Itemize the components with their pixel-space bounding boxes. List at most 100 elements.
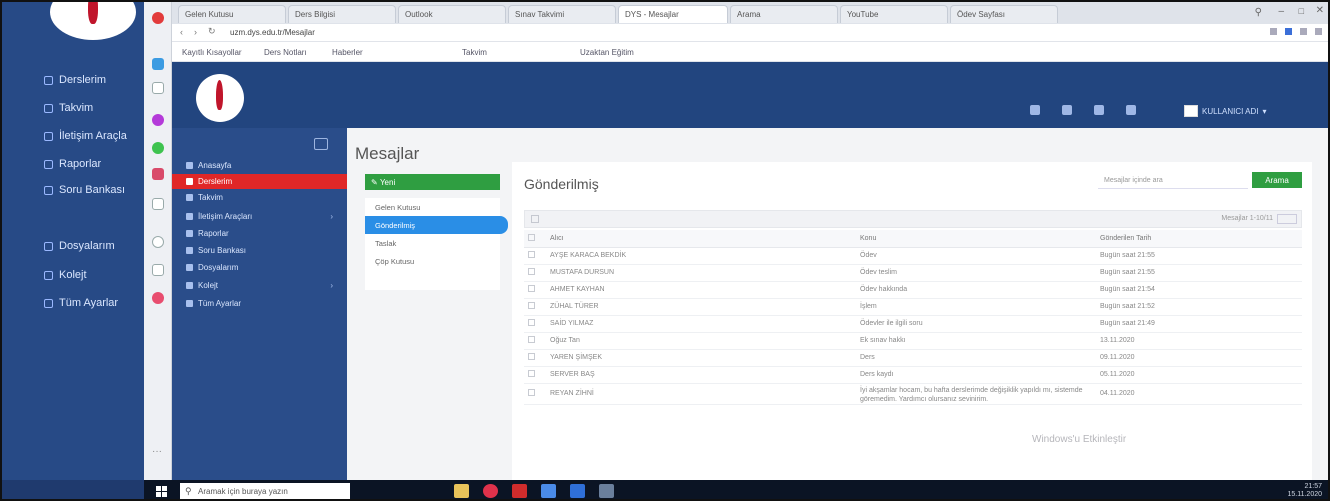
maximize-icon[interactable]: □ [1299, 6, 1304, 16]
search-icon[interactable]: ⚲ [1255, 7, 1262, 18]
browser-tab[interactable]: Sınav Takvimi [508, 5, 616, 23]
bookmark[interactable]: Uzaktan Eğitim [580, 48, 634, 57]
column-header[interactable]: Alıcı [546, 230, 856, 248]
row-checkbox[interactable] [528, 251, 535, 258]
instagram-icon[interactable] [152, 114, 164, 126]
flow-icon[interactable] [152, 168, 164, 180]
alert-icon[interactable] [1062, 105, 1072, 115]
row-checkbox[interactable] [528, 370, 535, 377]
pdf-reader-icon[interactable] [512, 484, 527, 498]
extensions-icon[interactable] [152, 264, 164, 276]
folder-sent[interactable]: Gönderilmiş [365, 216, 508, 234]
browser-tab[interactable]: Gelen Kutusu [178, 5, 286, 23]
back-icon[interactable]: ‹ [180, 27, 183, 37]
more-icon[interactable]: ··· [152, 447, 164, 460]
sidebar-item-derslerim[interactable]: Derslerim [172, 174, 347, 189]
bookmarks-icon[interactable] [152, 236, 164, 248]
search-button[interactable]: Arama [1252, 172, 1302, 188]
messenger-icon[interactable] [152, 58, 164, 70]
row-checkbox[interactable] [528, 285, 535, 292]
taskbar-search-input[interactable]: ⚲ Aramak için buraya yazın [180, 483, 350, 499]
browser-tab[interactable]: Outlook [398, 5, 506, 23]
user-menu[interactable]: KULLANICI ADI ▾ [1184, 105, 1266, 117]
home-icon[interactable] [1030, 105, 1040, 115]
checkbox[interactable] [528, 233, 535, 241]
sidebar-item-soru-bankasi[interactable]: Soru Bankası [172, 243, 347, 258]
table-row[interactable]: AHMET KAYHAN Ödev hakkında Bugün saat 21:5… [524, 281, 1302, 299]
browser-tab[interactable]: Ders Bilgisi [288, 5, 396, 23]
row-checkbox[interactable] [528, 389, 535, 396]
table-row[interactable]: YAREN ŞİMŞEK Ders 09.11.2020 [524, 349, 1302, 367]
column-header[interactable]: Gönderilen Tarih [1096, 230, 1302, 248]
outer-item-tum-ayarlar[interactable]: Tüm Ayarlar [44, 297, 118, 309]
history-icon[interactable] [152, 198, 164, 210]
opera-icon[interactable] [483, 484, 498, 498]
personal-news-icon[interactable] [152, 292, 164, 304]
bookmark[interactable]: Kayıtlı Kısayollar [182, 48, 242, 57]
pager-buttons[interactable] [1277, 214, 1297, 224]
table-row[interactable]: MUSTAFA DURSUN Ödev teslim Bugün saat 21:5… [524, 264, 1302, 282]
outer-item-takvim[interactable]: Takvim [44, 102, 93, 114]
table-row[interactable]: SAİD YILMAZ Ödevler ile ilgili soru Bugün … [524, 315, 1302, 333]
table-row[interactable]: SERVER BAŞ Ders kaydı 05.11.2020 [524, 366, 1302, 384]
browser-tab-active[interactable]: DYS - Mesajlar [618, 5, 728, 23]
chat-icon[interactable] [1126, 105, 1136, 115]
file-explorer-icon[interactable] [454, 484, 469, 498]
windows-start-icon[interactable] [156, 486, 168, 498]
outer-item-iletisim[interactable]: İletişim Araçla [44, 130, 127, 142]
table-row[interactable]: Oğuz Tan Ek sınav hakkı 13.11.2020 [524, 332, 1302, 350]
forward-icon[interactable]: › [194, 27, 197, 37]
outer-item-kolejt[interactable]: Kolejt [44, 269, 87, 281]
system-tray[interactable]: 21:57 15.11.2020 [1287, 483, 1322, 499]
message-search-input[interactable]: Mesajlar içinde ara [1098, 173, 1248, 189]
opera-icon[interactable] [152, 12, 164, 24]
sidebar-item-dosyalarim[interactable]: Dosyalarım [172, 260, 347, 275]
table-row[interactable]: AYŞE KARACA BEKDİK Ödev Bugün saat 21:55 [524, 247, 1302, 265]
download-icon[interactable] [1315, 28, 1322, 35]
row-checkbox[interactable] [528, 319, 535, 326]
folder-trash[interactable]: Çöp Kutusu [365, 252, 500, 270]
outer-item-dosyalarim[interactable]: Dosyalarım [44, 240, 115, 252]
browser-tab[interactable]: Ödev Sayfası [950, 5, 1058, 23]
table-row[interactable]: REYAN ZİHNİ İyi akşamlar hocam, bu hafta … [524, 383, 1302, 405]
url-input[interactable]: uzm.dys.edu.tr/Mesajlar [230, 28, 315, 37]
store-icon[interactable] [541, 484, 556, 498]
outer-item-derslerim[interactable]: Derslerim [44, 74, 106, 86]
outer-item-soru-bankasi[interactable]: Soru Bankası [44, 184, 125, 196]
menu-toggle-icon[interactable] [314, 138, 328, 150]
row-checkbox[interactable] [528, 336, 535, 343]
sidebar-item-kolejt[interactable]: Kolejt › [172, 278, 347, 293]
whatsapp-icon[interactable] [152, 142, 164, 154]
browser-tab[interactable]: YouTube [840, 5, 948, 23]
new-message-button[interactable]: ✎ Yeni [365, 174, 500, 190]
mail-icon[interactable] [1094, 105, 1104, 115]
column-header[interactable]: Konu [856, 230, 1096, 248]
folder-inbox[interactable]: Gelen Kutusu [365, 198, 500, 216]
app-logo[interactable] [196, 74, 244, 122]
snapshot-icon[interactable] [1270, 28, 1277, 35]
sidebar-item-anasayfa[interactable]: Anasayfa [172, 158, 347, 173]
photos-icon[interactable] [570, 484, 585, 498]
row-checkbox[interactable] [528, 302, 535, 309]
sidebar-item-tum-ayarlar[interactable]: Tüm Ayarlar [172, 296, 347, 311]
sidebar-item-raporlar[interactable]: Raporlar [172, 226, 347, 241]
browser-tab[interactable]: Arama [730, 5, 838, 23]
vpn-icon[interactable] [1285, 28, 1292, 35]
bookmark[interactable]: Takvim [462, 48, 487, 57]
reload-icon[interactable]: ↻ [208, 26, 216, 37]
outer-item-raporlar[interactable]: Raporlar [44, 158, 101, 170]
bookmark[interactable]: Haberler [332, 48, 363, 57]
folder-drafts[interactable]: Taslak [365, 234, 500, 252]
home-icon[interactable] [152, 82, 164, 94]
minimize-icon[interactable]: – [1278, 6, 1284, 17]
bookmark[interactable]: Ders Notları [264, 48, 307, 57]
select-all-checkbox[interactable] [531, 215, 539, 223]
heart-icon[interactable] [1300, 28, 1307, 35]
sidebar-item-takvim[interactable]: Takvim [172, 190, 347, 205]
row-checkbox[interactable] [528, 353, 535, 360]
sidebar-item-iletisim[interactable]: İletişim Araçları › [172, 209, 347, 224]
settings-icon[interactable] [599, 484, 614, 498]
table-row[interactable]: ZÜHAL TÜRER İşlem Bugün saat 21:52 [524, 298, 1302, 316]
close-icon[interactable]: ✕ [1316, 5, 1324, 16]
row-checkbox[interactable] [528, 268, 535, 275]
